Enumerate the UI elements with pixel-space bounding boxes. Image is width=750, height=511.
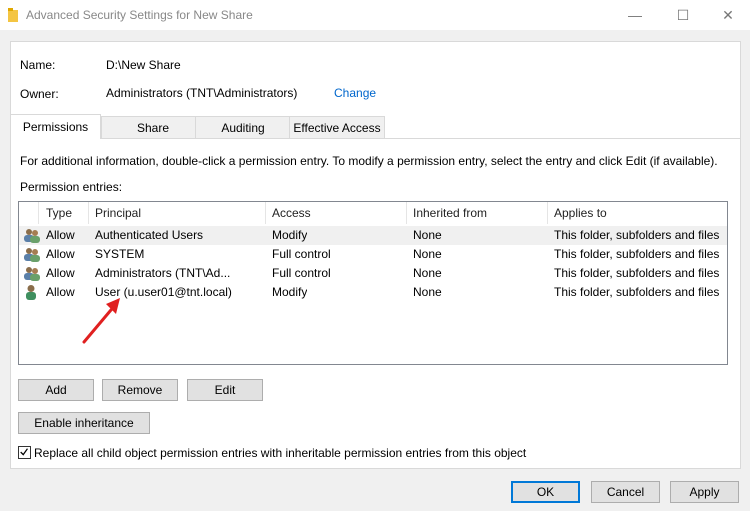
inherited-cell: None (413, 247, 442, 261)
add-button[interactable]: Add (18, 379, 94, 401)
type-cell: Allow (46, 228, 75, 242)
tab-auditing[interactable]: Auditing (195, 116, 291, 138)
inherited-cell: None (413, 266, 442, 280)
maximize-icon: ☐ (676, 6, 690, 23)
column-access[interactable]: Access (272, 206, 311, 220)
access-cell: Full control (272, 247, 331, 261)
applies-cell: This folder, subfolders and files (554, 266, 720, 280)
column-type[interactable]: Type (46, 206, 72, 220)
minimize-icon: — (628, 7, 642, 23)
checkmark-icon (20, 448, 28, 456)
permission-entries-label: Permission entries: (20, 180, 123, 194)
column-separator (547, 202, 548, 224)
column-inherited-from[interactable]: Inherited from (413, 206, 487, 220)
applies-cell: This folder, subfolders and files (554, 285, 720, 299)
group-icon (24, 267, 40, 281)
type-cell: Allow (46, 266, 75, 280)
remove-button[interactable]: Remove (102, 379, 178, 401)
applies-cell: This folder, subfolders and files (554, 228, 720, 242)
access-cell: Full control (272, 266, 331, 280)
replace-child-permissions-label: Replace all child object permission entr… (34, 446, 527, 460)
title-bar: Advanced Security Settings for New Share… (0, 0, 750, 30)
principal-cell: SYSTEM (95, 247, 145, 261)
maximize-button[interactable]: ☐ (660, 0, 706, 30)
enable-inheritance-button[interactable]: Enable inheritance (18, 412, 150, 434)
access-cell: Modify (272, 285, 308, 299)
table-row[interactable]: Allow SYSTEM Full control None This fold… (19, 245, 727, 264)
window-title: Advanced Security Settings for New Share (26, 8, 253, 22)
group-icon (24, 248, 40, 262)
close-icon: ✕ (722, 6, 734, 23)
red-arrow-annotation (82, 298, 120, 344)
column-principal[interactable]: Principal (95, 206, 141, 220)
edit-button[interactable]: Edit (187, 379, 263, 401)
principal-cell: Authenticated Users (95, 228, 204, 242)
type-cell: Allow (46, 285, 75, 299)
applies-cell: This folder, subfolders and files (554, 247, 720, 261)
info-text: For additional information, double-click… (20, 154, 718, 168)
change-owner-link[interactable]: Change (334, 86, 376, 100)
owner-value: Administrators (TNT\Administrators) (106, 86, 298, 100)
minimize-button[interactable]: — (612, 0, 658, 30)
access-cell: Modify (272, 228, 308, 242)
column-applies-to[interactable]: Applies to (554, 206, 607, 220)
table-row[interactable]: Allow Administrators (TNT\Ad... Full con… (19, 264, 727, 283)
tab-share[interactable]: Share (101, 116, 205, 138)
group-icon (24, 229, 40, 243)
cancel-button[interactable]: Cancel (591, 481, 660, 503)
inherited-cell: None (413, 285, 442, 299)
name-value: D:\New Share (106, 58, 181, 72)
column-separator (406, 202, 407, 224)
column-separator (88, 202, 89, 224)
tab-divider (10, 138, 741, 139)
user-icon (26, 285, 36, 300)
tab-permissions[interactable]: Permissions (10, 114, 101, 139)
owner-label: Owner: (20, 87, 59, 101)
inherited-cell: None (413, 228, 442, 242)
folder-icon (8, 8, 18, 22)
column-separator (38, 202, 39, 224)
apply-button[interactable]: Apply (670, 481, 739, 503)
name-label: Name: (20, 58, 56, 72)
close-button[interactable]: ✕ (705, 0, 750, 30)
tab-effective-access[interactable]: Effective Access (289, 116, 385, 138)
list-header: Type Principal Access Inherited from App… (19, 202, 727, 224)
ok-button[interactable]: OK (511, 481, 580, 503)
column-separator (265, 202, 266, 224)
table-row[interactable]: Allow Authenticated Users Modify None Th… (19, 226, 727, 245)
principal-cell: Administrators (TNT\Ad... (95, 266, 231, 280)
replace-child-permissions-checkbox[interactable] (18, 446, 31, 459)
type-cell: Allow (46, 247, 75, 261)
